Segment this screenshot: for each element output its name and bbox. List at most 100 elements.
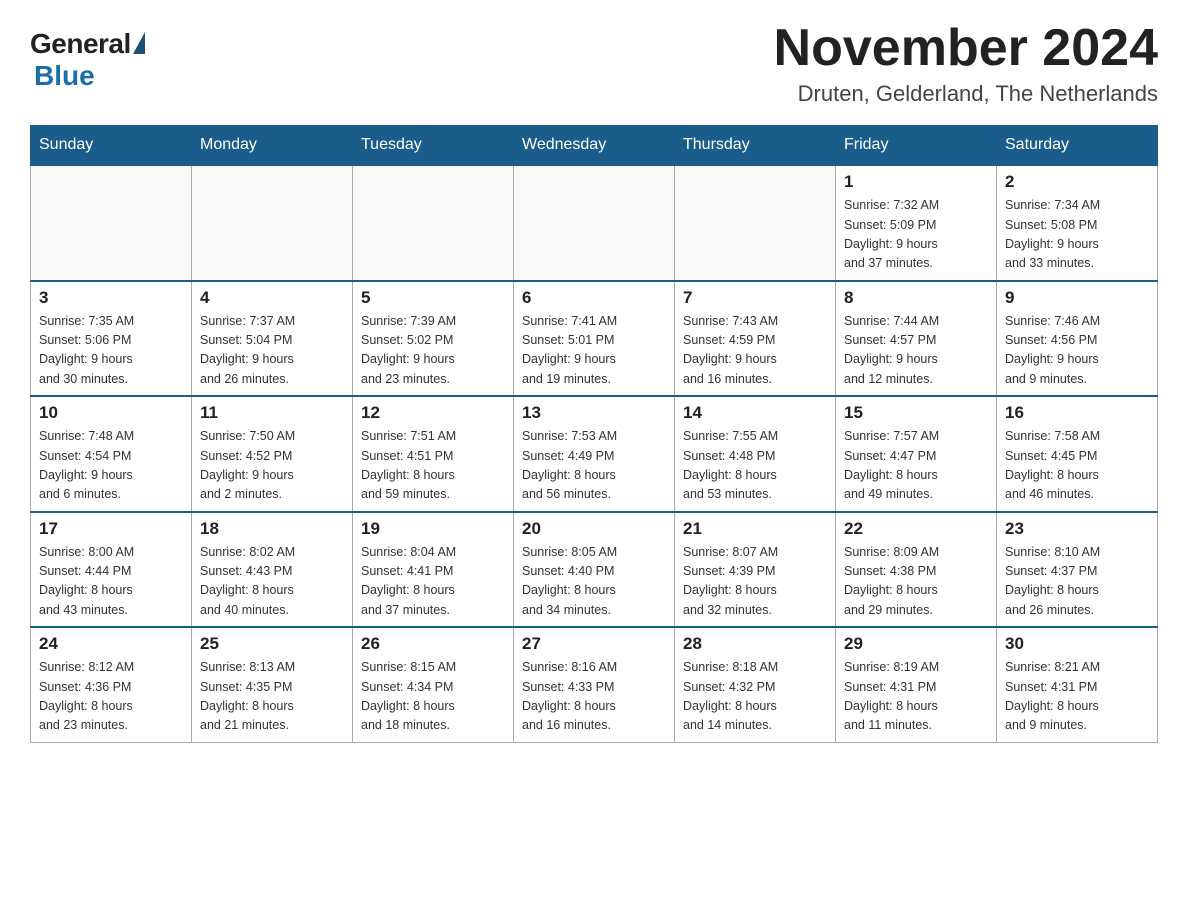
calendar-week-row: 3 Sunrise: 7:35 AM Sunset: 5:06 PM Daylig… [31,281,1158,397]
calendar-header-cell: Wednesday [514,126,675,166]
calendar-day-cell: 5 Sunrise: 7:39 AM Sunset: 5:02 PM Daylig… [353,281,514,397]
calendar-day-cell: 3 Sunrise: 7:35 AM Sunset: 5:06 PM Daylig… [31,281,192,397]
day-info: Sunrise: 8:18 AM Sunset: 4:32 PM Dayligh… [683,658,827,736]
day-number: 5 [361,288,505,308]
calendar-day-cell: 9 Sunrise: 7:46 AM Sunset: 4:56 PM Daylig… [997,281,1158,397]
day-number: 18 [200,519,344,539]
page-header: General Blue November 2024 Druten, Gelde… [30,20,1158,107]
day-number: 16 [1005,403,1149,423]
calendar-day-cell [353,165,514,281]
day-info: Sunrise: 7:55 AM Sunset: 4:48 PM Dayligh… [683,427,827,505]
calendar-day-cell: 30Sunrise: 8:21 AM Sunset: 4:31 PM Dayli… [997,627,1158,742]
calendar-day-cell: 12 Sunrise: 7:51 AM Sunset: 4:51 PM Dayli… [353,396,514,512]
day-number: 24 [39,634,183,654]
day-info: Sunrise: 7:48 AM Sunset: 4:54 PM Dayligh… [39,427,183,505]
calendar-day-cell: 24Sunrise: 8:12 AM Sunset: 4:36 PM Dayli… [31,627,192,742]
calendar-day-cell: 13 Sunrise: 7:53 AM Sunset: 4:49 PM Dayli… [514,396,675,512]
calendar-day-cell [675,165,836,281]
day-info: Sunrise: 8:19 AM Sunset: 4:31 PM Dayligh… [844,658,988,736]
calendar-day-cell: 11 Sunrise: 7:50 AM Sunset: 4:52 PM Dayli… [192,396,353,512]
day-number: 7 [683,288,827,308]
day-number: 11 [200,403,344,423]
day-number: 1 [844,172,988,192]
calendar-week-row: 1 Sunrise: 7:32 AM Sunset: 5:09 PM Daylig… [31,165,1158,281]
calendar-header-cell: Saturday [997,126,1158,166]
calendar-day-cell: 15 Sunrise: 7:57 AM Sunset: 4:47 PM Dayli… [836,396,997,512]
calendar-table: SundayMondayTuesdayWednesdayThursdayFrid… [30,125,1158,743]
day-number: 15 [844,403,988,423]
calendar-day-cell: 22 Sunrise: 8:09 AM Sunset: 4:38 PM Dayli… [836,512,997,628]
calendar-day-cell [192,165,353,281]
day-number: 8 [844,288,988,308]
calendar-day-cell: 19 Sunrise: 8:04 AM Sunset: 4:41 PM Dayli… [353,512,514,628]
calendar-week-row: 10Sunrise: 7:48 AM Sunset: 4:54 PM Dayli… [31,396,1158,512]
calendar-day-cell [31,165,192,281]
day-info: Sunrise: 7:44 AM Sunset: 4:57 PM Dayligh… [844,312,988,390]
day-info: Sunrise: 8:00 AM Sunset: 4:44 PM Dayligh… [39,543,183,621]
day-info: Sunrise: 8:13 AM Sunset: 4:35 PM Dayligh… [200,658,344,736]
calendar-day-cell: 18 Sunrise: 8:02 AM Sunset: 4:43 PM Dayli… [192,512,353,628]
day-number: 9 [1005,288,1149,308]
calendar-subtitle: Druten, Gelderland, The Netherlands [774,81,1158,107]
calendar-header-cell: Monday [192,126,353,166]
day-info: Sunrise: 7:35 AM Sunset: 5:06 PM Dayligh… [39,312,183,390]
day-info: Sunrise: 7:51 AM Sunset: 4:51 PM Dayligh… [361,427,505,505]
calendar-day-cell: 1 Sunrise: 7:32 AM Sunset: 5:09 PM Daylig… [836,165,997,281]
calendar-day-cell: 4 Sunrise: 7:37 AM Sunset: 5:04 PM Daylig… [192,281,353,397]
day-number: 6 [522,288,666,308]
day-info: Sunrise: 7:41 AM Sunset: 5:01 PM Dayligh… [522,312,666,390]
day-info: Sunrise: 7:50 AM Sunset: 4:52 PM Dayligh… [200,427,344,505]
day-info: Sunrise: 7:46 AM Sunset: 4:56 PM Dayligh… [1005,312,1149,390]
day-info: Sunrise: 8:15 AM Sunset: 4:34 PM Dayligh… [361,658,505,736]
logo-triangle-icon [133,32,145,54]
calendar-week-row: 24Sunrise: 8:12 AM Sunset: 4:36 PM Dayli… [31,627,1158,742]
calendar-title: November 2024 [774,20,1158,77]
day-number: 22 [844,519,988,539]
calendar-header-cell: Tuesday [353,126,514,166]
day-info: Sunrise: 7:39 AM Sunset: 5:02 PM Dayligh… [361,312,505,390]
day-info: Sunrise: 7:34 AM Sunset: 5:08 PM Dayligh… [1005,196,1149,274]
day-info: Sunrise: 7:43 AM Sunset: 4:59 PM Dayligh… [683,312,827,390]
calendar-day-cell: 2Sunrise: 7:34 AM Sunset: 5:08 PM Daylig… [997,165,1158,281]
calendar-day-cell: 17Sunrise: 8:00 AM Sunset: 4:44 PM Dayli… [31,512,192,628]
day-number: 30 [1005,634,1149,654]
day-number: 28 [683,634,827,654]
calendar-header-cell: Sunday [31,126,192,166]
day-number: 12 [361,403,505,423]
day-info: Sunrise: 7:53 AM Sunset: 4:49 PM Dayligh… [522,427,666,505]
calendar-day-cell: 7 Sunrise: 7:43 AM Sunset: 4:59 PM Daylig… [675,281,836,397]
calendar-day-cell: 10Sunrise: 7:48 AM Sunset: 4:54 PM Dayli… [31,396,192,512]
day-number: 14 [683,403,827,423]
day-number: 27 [522,634,666,654]
day-number: 25 [200,634,344,654]
day-info: Sunrise: 7:37 AM Sunset: 5:04 PM Dayligh… [200,312,344,390]
calendar-day-cell: 6 Sunrise: 7:41 AM Sunset: 5:01 PM Daylig… [514,281,675,397]
calendar-day-cell: 23 Sunrise: 8:10 AM Sunset: 4:37 PM Dayli… [997,512,1158,628]
calendar-day-cell [514,165,675,281]
day-number: 4 [200,288,344,308]
day-info: Sunrise: 7:32 AM Sunset: 5:09 PM Dayligh… [844,196,988,274]
calendar-header-cell: Thursday [675,126,836,166]
day-info: Sunrise: 8:04 AM Sunset: 4:41 PM Dayligh… [361,543,505,621]
day-number: 29 [844,634,988,654]
calendar-day-cell: 8 Sunrise: 7:44 AM Sunset: 4:57 PM Daylig… [836,281,997,397]
calendar-header-cell: Friday [836,126,997,166]
calendar-day-cell: 21Sunrise: 8:07 AM Sunset: 4:39 PM Dayli… [675,512,836,628]
calendar-day-cell: 29 Sunrise: 8:19 AM Sunset: 4:31 PM Dayli… [836,627,997,742]
day-info: Sunrise: 8:10 AM Sunset: 4:37 PM Dayligh… [1005,543,1149,621]
calendar-day-cell: 26 Sunrise: 8:15 AM Sunset: 4:34 PM Dayli… [353,627,514,742]
calendar-day-cell: 27Sunrise: 8:16 AM Sunset: 4:33 PM Dayli… [514,627,675,742]
day-info: Sunrise: 7:57 AM Sunset: 4:47 PM Dayligh… [844,427,988,505]
calendar-day-cell: 25 Sunrise: 8:13 AM Sunset: 4:35 PM Dayli… [192,627,353,742]
day-number: 23 [1005,519,1149,539]
calendar-day-cell: 20Sunrise: 8:05 AM Sunset: 4:40 PM Dayli… [514,512,675,628]
day-number: 13 [522,403,666,423]
day-number: 3 [39,288,183,308]
day-number: 19 [361,519,505,539]
day-info: Sunrise: 8:02 AM Sunset: 4:43 PM Dayligh… [200,543,344,621]
day-number: 26 [361,634,505,654]
logo-blue-text: Blue [34,60,95,92]
day-info: Sunrise: 8:09 AM Sunset: 4:38 PM Dayligh… [844,543,988,621]
day-number: 21 [683,519,827,539]
day-info: Sunrise: 7:58 AM Sunset: 4:45 PM Dayligh… [1005,427,1149,505]
